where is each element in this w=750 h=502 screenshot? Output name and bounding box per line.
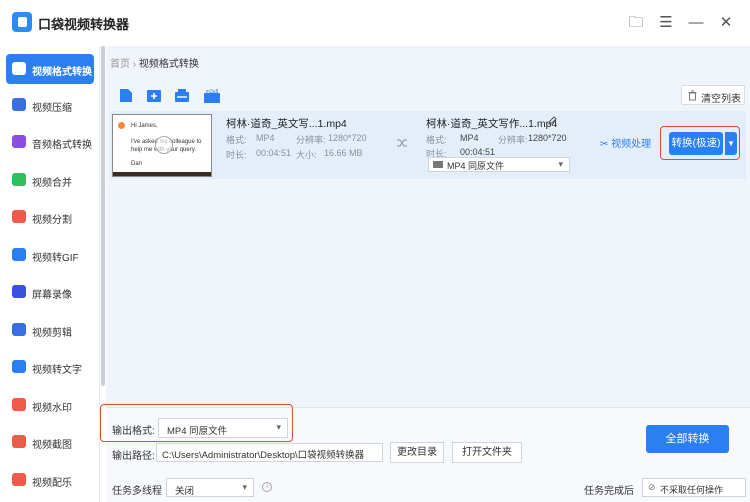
screen-record-icon <box>12 285 26 298</box>
add-folder-icon[interactable] <box>146 88 162 103</box>
batch-import-icon[interactable] <box>174 88 190 103</box>
chevron-down-icon: ▾ <box>558 159 563 169</box>
output-path-label: 输出路径: <box>112 451 155 462</box>
sidebar-item-video-soundtrack[interactable]: 视频配乐 <box>6 465 94 495</box>
breadcrumb: 首页 › 视频格式转换 <box>110 59 199 70</box>
video-process-button[interactable]: ✂ 视频处理 <box>600 135 651 150</box>
change-directory-button[interactable]: 更改目录 <box>390 442 444 463</box>
edit-icon <box>12 323 26 336</box>
app-logo-icon <box>12 12 32 32</box>
chevron-down-icon: ▾ <box>276 422 281 432</box>
output-format-label: 输出格式: <box>112 426 155 437</box>
sidebar-item-video-watermark[interactable]: 视频水印 <box>6 390 94 420</box>
sidebar-item-video-to-gif[interactable]: 视频转GIF <box>6 240 94 270</box>
breadcrumb-current: 视频格式转换 <box>138 59 199 70</box>
sidebar-item-video-merge[interactable]: 视频合并 <box>6 165 94 195</box>
output-settings-panel: 输出格式: MP4 同原文件 ▾ 输出路径: C:\Users\Administ… <box>100 404 750 502</box>
gif-icon <box>12 248 26 261</box>
convert-highlight: 转换(极速) ▼ <box>660 126 740 160</box>
music-icon <box>12 473 26 486</box>
close-button[interactable]: ✕ <box>717 14 735 32</box>
sidebar-item-screen-record[interactable]: 屏幕录像 <box>6 277 94 307</box>
sidebar-scrollbar[interactable] <box>101 46 105 386</box>
convert-dropdown-button[interactable]: ▼ <box>725 132 737 155</box>
title-bar: 口袋视频转换器 🗀 ☰ — ✕ <box>0 0 750 46</box>
watermark-icon <box>12 398 26 411</box>
target-duration: 00:04:51 <box>460 147 496 157</box>
output-path-input[interactable]: C:\Users\Administrator\Desktop\口袋视频转换器 <box>156 443 383 462</box>
file-list-row[interactable]: Hi James, I've asked my colleague to hel… <box>110 111 746 179</box>
split-icon <box>12 210 26 223</box>
m3u8-icon[interactable]: m3u8 <box>203 88 221 103</box>
sidebar-item-video-compress[interactable]: 视频压缩 <box>6 90 94 120</box>
text-icon <box>12 360 26 373</box>
target-resolution: 1280*720 <box>528 133 567 143</box>
folder-icon[interactable]: 🗀 <box>627 14 645 32</box>
target-format-select[interactable]: MP4 同原文件 ▾ <box>428 157 570 172</box>
screenshot-icon <box>12 435 26 448</box>
shuffle-arrow-icon <box>397 139 407 147</box>
sidebar-item-video-format-convert[interactable]: 视频格式转换 <box>6 54 94 84</box>
after-task-label: 任务完成后 <box>584 486 634 497</box>
trash-icon <box>688 90 697 101</box>
video-thumbnail[interactable]: Hi James, I've asked my colleague to hel… <box>112 114 212 177</box>
sidebar-item-video-edit[interactable]: 视频剪辑 <box>6 315 94 345</box>
sidebar-item-video-split[interactable]: 视频分割 <box>6 202 94 232</box>
no-action-icon: ⊘ <box>648 482 656 492</box>
avatar <box>118 122 125 129</box>
menu-icon[interactable]: ☰ <box>657 14 675 32</box>
output-format-select[interactable]: MP4 同原文件 ▾ <box>158 418 288 438</box>
convert-button[interactable]: 转换(极速) <box>669 132 723 155</box>
merge-icon <box>12 173 26 186</box>
sidebar-item-video-to-text[interactable]: 视频转文字 <box>6 352 94 382</box>
video-convert-icon <box>12 62 26 75</box>
multi-thread-select[interactable]: 关闭 ▾ <box>166 478 254 497</box>
compress-icon <box>12 98 26 111</box>
audio-icon <box>12 135 26 148</box>
source-duration: 00:04:51 <box>256 148 292 158</box>
after-task-select[interactable]: ⊘ 不采取任何操作 <box>642 478 746 497</box>
convert-all-button[interactable]: 全部转换 <box>646 425 729 453</box>
sidebar-item-video-screenshot[interactable]: 视频截图 <box>6 427 94 457</box>
breadcrumb-home[interactable]: 首页 <box>110 59 130 70</box>
svg-text:m3u8: m3u8 <box>206 89 219 95</box>
app-title: 口袋视频转换器 <box>38 17 130 32</box>
video-format-icon <box>433 161 443 168</box>
info-icon[interactable]: i <box>262 482 272 492</box>
clear-list-button[interactable]: 清空列表 <box>681 85 745 105</box>
play-icon[interactable] <box>155 136 173 154</box>
target-file-name: 柯林·道奇_英文写作...1.mp4 <box>426 118 558 130</box>
source-format: MP4 <box>256 133 275 143</box>
scissors-icon: ✂ <box>600 139 609 150</box>
sidebar: 视频格式转换 视频压缩 音频格式转换 视频合并 视频分割 视频转GIF 屏幕录像… <box>0 46 100 502</box>
rename-pencil-icon[interactable] <box>547 116 557 126</box>
add-file-icon[interactable] <box>118 88 134 103</box>
chevron-down-icon: ▾ <box>242 482 247 492</box>
minimize-button[interactable]: — <box>687 14 705 32</box>
source-file-name: 柯林·道奇_英文写...1.mp4 <box>226 118 347 130</box>
target-format: MP4 <box>460 133 479 143</box>
sidebar-item-audio-format-convert[interactable]: 音频格式转换 <box>6 127 94 157</box>
open-folder-button[interactable]: 打开文件夹 <box>452 442 522 463</box>
source-resolution: 1280*720 <box>328 133 367 143</box>
multi-thread-label: 任务多线程 <box>112 486 162 497</box>
source-size: 16.66 MB <box>324 148 363 158</box>
